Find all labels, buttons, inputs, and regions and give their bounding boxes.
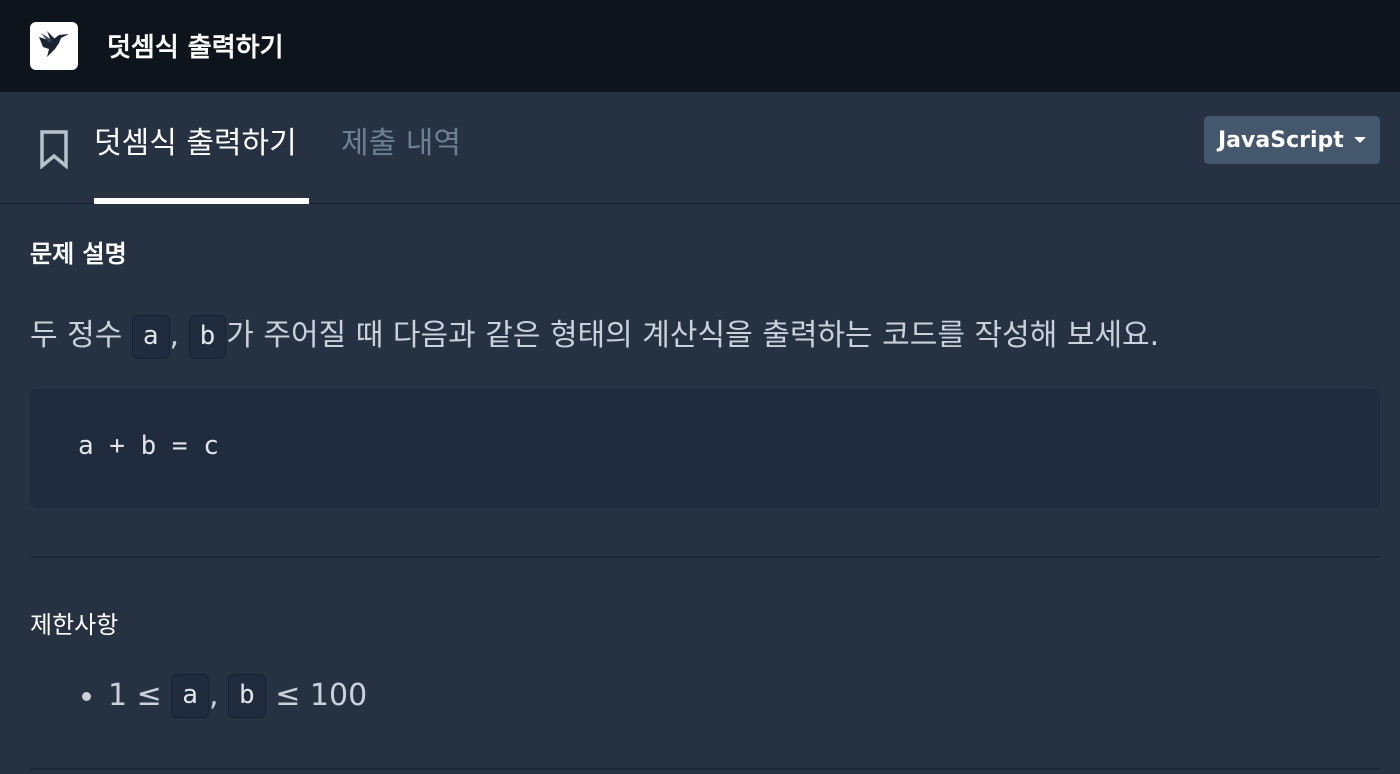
code-example: a + b = c — [78, 431, 219, 461]
inline-code-a: a — [131, 314, 170, 359]
problem-description: 두 정수 a, b가 주어질 때 다음과 같은 형태의 계산식을 출력하는 코드… — [30, 314, 1159, 359]
tab-submissions[interactable]: 제출 내역 — [341, 124, 461, 164]
active-tab-indicator — [94, 198, 309, 204]
inline-code-a: a — [171, 674, 209, 718]
section-divider — [30, 768, 1380, 770]
bookmark-icon[interactable] — [38, 129, 70, 169]
caret-down-icon — [1354, 137, 1366, 143]
problem-description-title: 문제 설명 — [30, 240, 127, 268]
constraints-title: 제한사항 — [30, 611, 119, 639]
logo[interactable] — [30, 22, 78, 70]
language-select[interactable]: JavaScript — [1204, 116, 1380, 164]
inline-code-b: b — [228, 674, 266, 718]
desc-suffix: 가 주어질 때 다음과 같은 형태의 계산식을 출력하는 코드를 작성해 보세요… — [226, 318, 1160, 353]
bullet-icon — [82, 691, 91, 701]
desc-prefix: 두 정수 — [30, 318, 132, 353]
constraint-suffix: ≤ 100 — [265, 678, 368, 713]
hummingbird-icon — [39, 31, 69, 57]
desc-comma: , — [169, 318, 180, 353]
tab-problem[interactable]: 덧셈식 출력하기 — [94, 124, 297, 164]
constraint-prefix: 1 ≤ — [108, 678, 172, 713]
inline-code-b: b — [188, 314, 227, 359]
section-divider — [30, 556, 1380, 558]
code-example-block: a + b = c — [30, 389, 1380, 508]
language-select-value: JavaScript — [1218, 127, 1344, 153]
top-bar: 덧셈식 출력하기 — [0, 0, 1400, 92]
constraint-comma: , — [208, 678, 219, 713]
constraint-item: 1 ≤ a, b ≤ 100 — [82, 674, 367, 718]
app-title: 덧셈식 출력하기 — [107, 33, 284, 63]
